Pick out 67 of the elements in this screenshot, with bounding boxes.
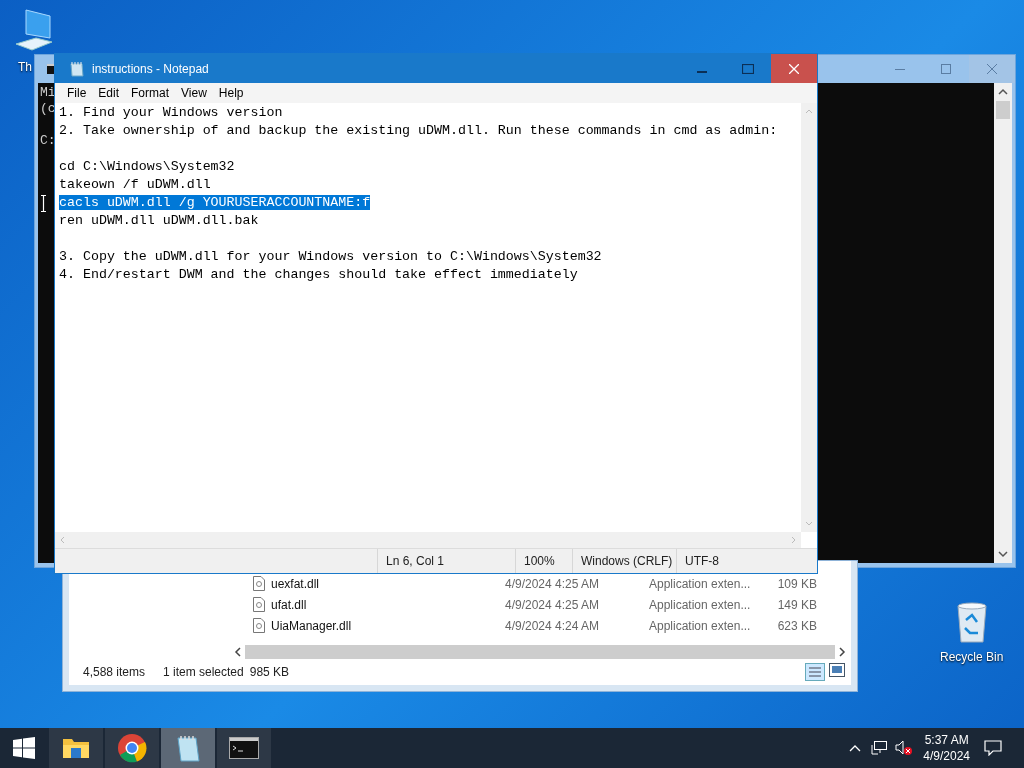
taskbar-app[interactable]: [105, 728, 159, 768]
icon-label[interactable]: Th: [18, 58, 32, 76]
folder-icon: [62, 736, 90, 760]
menu-item[interactable]: File: [61, 84, 93, 102]
file-icon: [253, 597, 265, 612]
scrollbar[interactable]: [994, 83, 1012, 563]
close-button[interactable]: [771, 54, 817, 83]
console-text: (c: [40, 101, 56, 116]
text-line: 3. Copy the uDWM.dll for your Windows version to C:\Windows\System32: [59, 249, 602, 264]
chevron-up-icon[interactable]: [849, 744, 862, 752]
taskbar-app[interactable]: [49, 728, 103, 768]
window-title: instructions - Notepad: [92, 60, 209, 78]
status-text: 100%: [524, 553, 555, 570]
status-text: UTF-8: [685, 553, 719, 570]
scroll-right-icon[interactable]: [837, 644, 847, 659]
scrollbar-thumb[interactable]: [996, 101, 1010, 119]
menu-item[interactable]: Help: [212, 84, 250, 102]
status-text: Windows (CRLF): [581, 553, 673, 570]
file-icon: [253, 618, 265, 633]
notepad-icon: [175, 734, 201, 762]
console-icon: [229, 737, 259, 759]
menu-item[interactable]: View: [175, 84, 213, 102]
network-icon[interactable]: [871, 741, 888, 755]
clock-time[interactable]: 5:37 AM: [924, 732, 969, 748]
maximize-icon[interactable]: [742, 63, 754, 74]
file-icon: [253, 576, 265, 591]
status-text: Ln 6, Col 1: [386, 553, 445, 570]
muted-speaker-icon[interactable]: [895, 740, 914, 756]
horizontal-scrollbar[interactable]: [245, 644, 835, 659]
file-name[interactable]: ufat.dll: [271, 595, 505, 614]
file-name[interactable]: UiaManager.dll: [271, 616, 505, 635]
clock-date[interactable]: 4/9/2024: [923, 748, 970, 764]
taskbar-app[interactable]: [217, 728, 271, 768]
text-line: 1. Find your Windows version: [59, 105, 283, 120]
large-icons-view-icon[interactable]: [829, 662, 845, 677]
text-cursor-icon: [40, 195, 47, 212]
file-type: Application exten...: [649, 596, 752, 614]
file-date: 4/9/2024 4:25 AM: [505, 596, 601, 614]
file-size: 109 KB: [776, 575, 817, 593]
maximize-icon[interactable]: [941, 64, 951, 74]
text-line: 2. Take ownership of and backup the existing uDWM.dll. Run these commands in cmd as admin:: [59, 123, 778, 138]
file-type: Application exten...: [649, 617, 752, 635]
text-line: cd C:\Windows\System32: [59, 159, 235, 174]
menu-item[interactable]: Format: [125, 84, 176, 102]
text-line: ren uDWM.dll uDWM.dll.bak: [59, 213, 259, 228]
console-text: C:: [40, 133, 56, 148]
console-text: Mi: [40, 85, 56, 100]
scroll-left-icon[interactable]: [233, 644, 243, 659]
file-date: 4/9/2024 4:25 AM: [505, 575, 601, 593]
icon-label[interactable]: Recycle Bin: [940, 648, 1004, 666]
notification-icon[interactable]: [984, 740, 1002, 756]
file-size: 623 KB: [776, 617, 817, 635]
close-icon[interactable]: [987, 64, 997, 74]
menu-item[interactable]: Edit: [92, 84, 126, 102]
text-line: 4. End/restart DWM and the changes should take effect immediately: [59, 267, 578, 282]
selection-count: 1 item selected: [163, 663, 244, 681]
computer-icon[interactable]: [14, 8, 54, 52]
item-count: 4,588 items: [83, 663, 147, 681]
file-date: 4/9/2024 4:24 AM: [505, 617, 601, 635]
text-line: takeown /f uDWM.dll: [59, 177, 211, 192]
file-size: 149 KB: [776, 596, 817, 614]
round-browser-icon: [117, 733, 147, 763]
selection-size: 985 KB: [249, 663, 290, 681]
file-type: Application exten...: [649, 575, 752, 593]
windows-logo-icon[interactable]: [13, 737, 35, 759]
notepad-icon: [69, 60, 85, 77]
file-name[interactable]: uexfat.dll: [271, 574, 505, 593]
